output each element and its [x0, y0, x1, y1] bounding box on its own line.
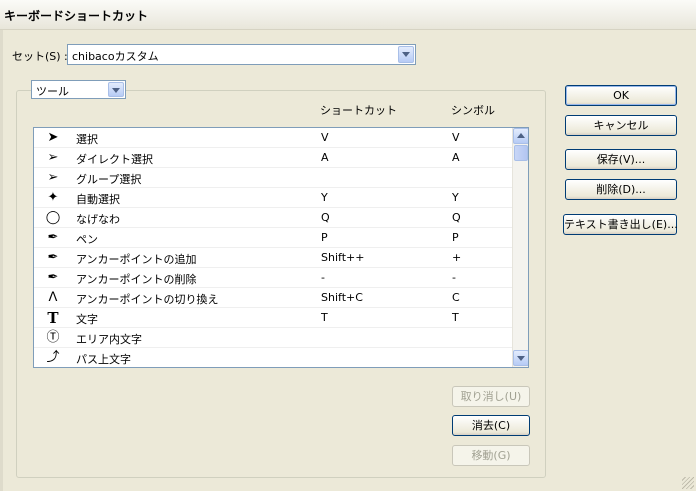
- list-scrollbar[interactable]: [512, 128, 528, 367]
- tool-shortcut: P: [321, 231, 328, 244]
- ok-button[interactable]: OK: [565, 85, 677, 106]
- list-item[interactable]: ✒ アンカーポイントの削除 - -: [34, 268, 513, 288]
- area-type-icon: Ⓣ: [46, 330, 60, 345]
- window-border: [0, 30, 3, 491]
- tool-name: ダイレクト選択: [76, 153, 153, 166]
- tool-name: 文字: [76, 313, 98, 326]
- list-item[interactable]: ⤴ パス上文字: [34, 348, 513, 367]
- tool-name: 選択: [76, 133, 98, 146]
- tool-symbol: V: [452, 131, 460, 144]
- tool-symbol: +: [452, 251, 462, 264]
- scroll-down-icon[interactable]: [513, 350, 528, 366]
- tool-name: アンカーポイントの削除: [76, 273, 197, 286]
- window-title: キーボードショートカット: [4, 9, 149, 23]
- set-label: セット(S) :: [12, 50, 68, 63]
- set-dropdown[interactable]: chibacoカスタム: [67, 44, 416, 65]
- tool-symbol: Y: [452, 191, 459, 204]
- shortcut-list[interactable]: ➤ 選択 V V ➢ ダイレクト選択 A A ➢ グループ選択 ✦ 自動選択 Y…: [33, 127, 529, 368]
- tool-name: アンカーポイントの切り換え: [76, 293, 219, 306]
- tool-shortcut: Q: [321, 211, 330, 224]
- export-text-button[interactable]: テキスト書き出し(E)...: [563, 214, 678, 235]
- add-anchor-point-icon: ✒: [47, 250, 59, 265]
- convert-anchor-point-icon: ᐱ: [48, 290, 58, 305]
- list-item[interactable]: ➤ 選択 V V: [34, 128, 513, 148]
- list-item[interactable]: ✒ ペン P P: [34, 228, 513, 248]
- undo-button[interactable]: 取り消し(U): [452, 386, 530, 407]
- tool-shortcut: T: [321, 311, 328, 324]
- group-selection-icon: ➢: [47, 170, 59, 185]
- tool-name: なげなわ: [76, 213, 120, 226]
- set-dropdown-value: chibacoカスタム: [72, 50, 159, 63]
- chevron-down-icon[interactable]: [398, 46, 414, 63]
- lasso-icon: ◯: [45, 210, 61, 225]
- delete-button[interactable]: 削除(D)...: [565, 179, 677, 200]
- goto-button[interactable]: 移動(G): [452, 445, 530, 466]
- list-item[interactable]: Ⓣ エリア内文字: [34, 328, 513, 348]
- list-item[interactable]: ➢ ダイレクト選択 A A: [34, 148, 513, 168]
- list-item[interactable]: ✒ アンカーポイントの追加 Shift++ +: [34, 248, 513, 268]
- selection-arrow-icon: ➤: [47, 130, 59, 145]
- tool-symbol: C: [452, 291, 460, 304]
- category-dropdown-value: ツール: [36, 85, 69, 98]
- list-item[interactable]: T 文字 T T: [34, 308, 513, 328]
- tool-shortcut: Shift+C: [321, 291, 363, 304]
- tool-name: 自動選択: [76, 193, 120, 206]
- list-item[interactable]: ᐱ アンカーポイントの切り換え Shift+C C: [34, 288, 513, 308]
- list-item[interactable]: ✦ 自動選択 Y Y: [34, 188, 513, 208]
- chevron-down-icon[interactable]: [108, 82, 124, 97]
- scroll-thumb[interactable]: [514, 145, 528, 161]
- tool-name: ペン: [76, 233, 98, 246]
- tool-name: エリア内文字: [76, 333, 142, 346]
- tool-name: パス上文字: [76, 353, 131, 366]
- tool-symbol: P: [452, 231, 459, 244]
- tool-name: グループ選択: [76, 173, 142, 186]
- tool-shortcut: A: [321, 151, 329, 164]
- tool-symbol: Q: [452, 211, 461, 224]
- tool-symbol: T: [452, 311, 459, 324]
- direct-selection-icon: ➢: [47, 150, 59, 165]
- tool-shortcut: -: [321, 271, 325, 284]
- column-header-shortcut: ショートカット: [320, 104, 397, 117]
- magic-wand-icon: ✦: [47, 190, 59, 205]
- type-icon: T: [47, 309, 59, 327]
- tool-shortcut: Y: [321, 191, 328, 204]
- delete-anchor-point-icon: ✒: [47, 270, 59, 285]
- save-button[interactable]: 保存(V)...: [565, 149, 677, 170]
- tool-shortcut: V: [321, 131, 329, 144]
- resize-grip-icon[interactable]: [682, 477, 694, 489]
- pen-icon: ✒: [47, 230, 59, 245]
- list-item[interactable]: ➢ グループ選択: [34, 168, 513, 188]
- list-item[interactable]: ◯ なげなわ Q Q: [34, 208, 513, 228]
- title-bar: キーボードショートカット: [0, 0, 696, 30]
- scroll-up-icon[interactable]: [513, 128, 528, 144]
- tool-shortcut: Shift++: [321, 251, 365, 264]
- category-dropdown[interactable]: ツール: [31, 80, 126, 99]
- column-header-symbol: シンボル: [451, 104, 495, 117]
- clear-button[interactable]: 消去(C): [452, 415, 530, 436]
- tool-symbol: -: [452, 271, 456, 284]
- tool-symbol: A: [452, 151, 460, 164]
- cancel-button[interactable]: キャンセル: [565, 115, 677, 136]
- type-on-path-icon: ⤴: [46, 350, 60, 365]
- tool-name: アンカーポイントの追加: [76, 253, 197, 266]
